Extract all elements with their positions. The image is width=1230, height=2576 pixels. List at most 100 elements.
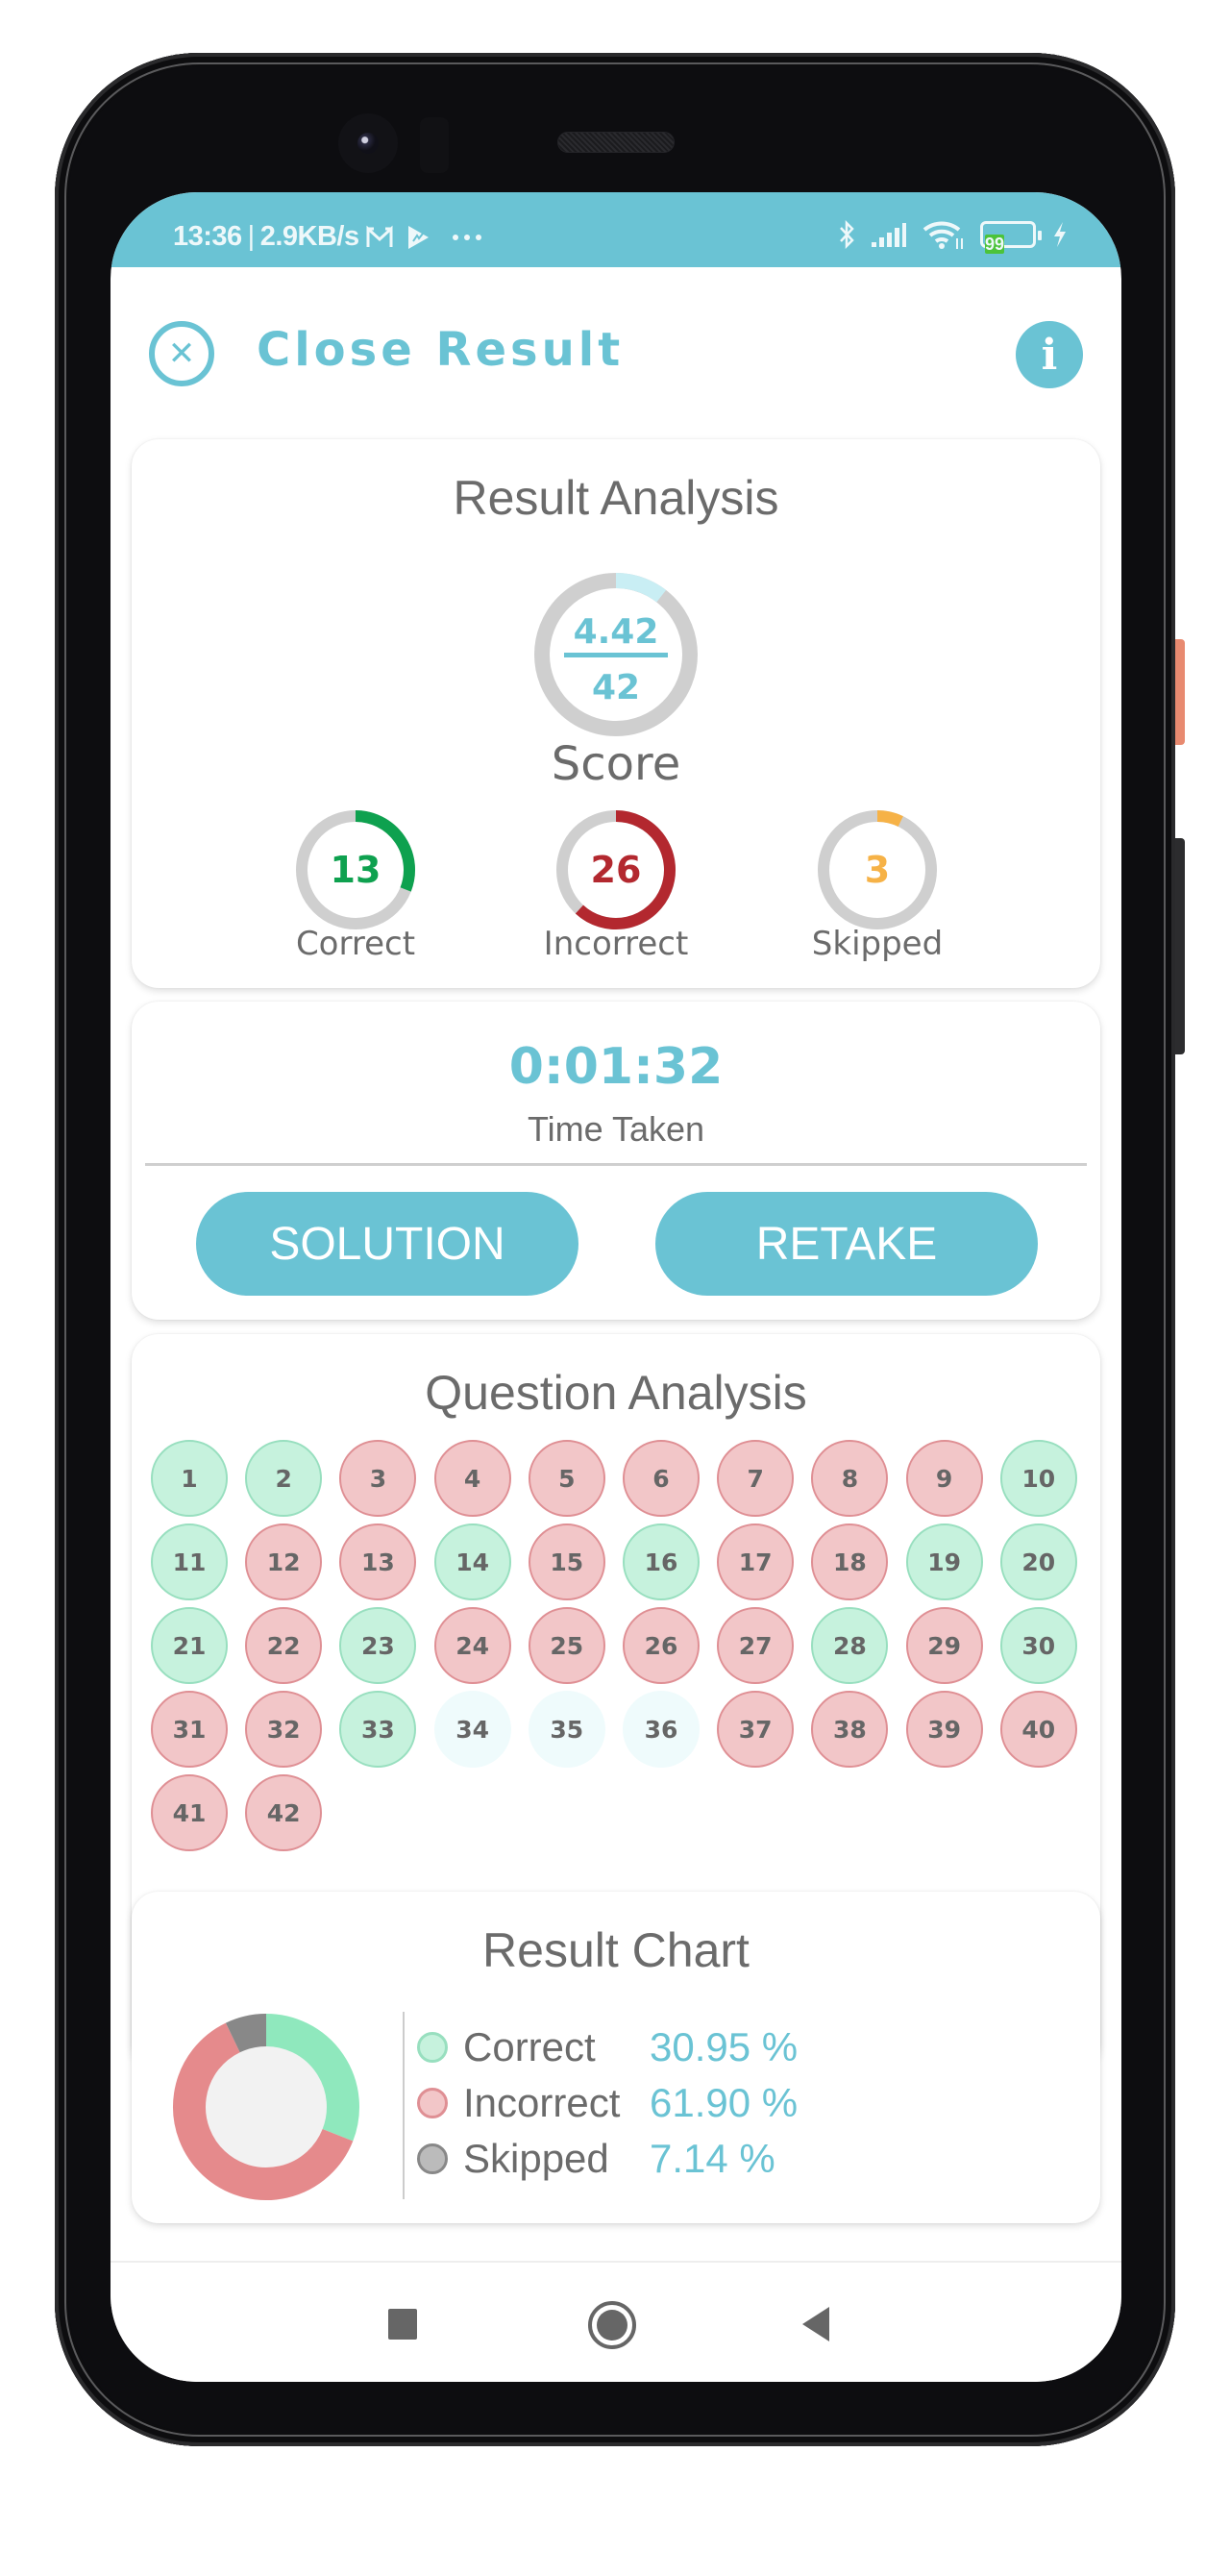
legend-label: Correct — [463, 2024, 596, 2069]
question-bubble-correct[interactable]: 21 — [151, 1607, 228, 1684]
skipped-label: Skipped — [811, 925, 944, 963]
charging-icon — [1051, 220, 1069, 249]
navigation-bar — [111, 2261, 1121, 2382]
legend-label: Incorrect — [463, 2080, 621, 2125]
home-icon[interactable] — [588, 2301, 636, 2349]
question-bubble-incorrect[interactable]: 5 — [528, 1440, 605, 1517]
question-bubble-incorrect[interactable]: 9 — [905, 1440, 983, 1517]
score-ring-arc — [615, 573, 667, 603]
skipped-ring: 3 — [818, 810, 937, 929]
question-bubble-incorrect[interactable]: 27 — [717, 1607, 795, 1684]
question-bubble-incorrect[interactable]: 13 — [339, 1523, 417, 1600]
power-button — [1175, 639, 1185, 745]
battery-level: 99 — [985, 235, 1005, 254]
score-ring: 4.42 42 — [534, 573, 698, 736]
question-bubble-correct[interactable]: 14 — [433, 1523, 511, 1600]
close-result-button[interactable]: ✕ — [149, 321, 214, 386]
legend-dot-icon — [417, 2032, 448, 2063]
question-bubble-incorrect[interactable]: 17 — [717, 1523, 795, 1600]
score-value: 4.42 — [574, 612, 659, 652]
question-bubble-incorrect[interactable]: 31 — [151, 1691, 228, 1768]
question-bubble-correct[interactable]: 23 — [339, 1607, 417, 1684]
retake-button[interactable]: RETAKE — [655, 1192, 1038, 1296]
result-chart-title: Result Chart — [482, 1923, 750, 1977]
question-bubble-correct[interactable]: 10 — [999, 1440, 1077, 1517]
question-bubble-correct[interactable]: 19 — [905, 1523, 983, 1600]
legend-dot-icon — [417, 2088, 448, 2118]
question-bubble-incorrect[interactable]: 8 — [811, 1440, 889, 1517]
question-bubble-incorrect[interactable]: 42 — [245, 1774, 323, 1851]
question-bubble-incorrect[interactable]: 40 — [999, 1691, 1077, 1768]
question-bubble-incorrect[interactable]: 38 — [811, 1691, 889, 1768]
question-bubble-incorrect[interactable]: 29 — [905, 1607, 983, 1684]
info-icon: i — [1041, 330, 1058, 380]
more-dots-icon — [452, 234, 482, 241]
question-bubble-correct[interactable]: 20 — [999, 1523, 1077, 1600]
question-bubble-incorrect[interactable]: 3 — [339, 1440, 417, 1517]
time-taken-label: Time Taken — [527, 1109, 705, 1149]
question-bubble-incorrect[interactable]: 39 — [905, 1691, 983, 1768]
back-icon[interactable] — [802, 2307, 829, 2341]
question-bubble-incorrect[interactable]: 24 — [433, 1607, 511, 1684]
question-bubble-incorrect[interactable]: 22 — [245, 1607, 323, 1684]
question-bubble-incorrect[interactable]: 12 — [245, 1523, 323, 1600]
question-bubble-incorrect[interactable]: 25 — [528, 1607, 605, 1684]
question-bubble-correct[interactable]: 1 — [151, 1440, 228, 1517]
time-card: 0:01:32 Time Taken SOLUTION RETAKE — [132, 1002, 1100, 1320]
incorrect-count: 26 — [591, 849, 642, 891]
question-bubble-incorrect[interactable]: 37 — [717, 1691, 795, 1768]
wifi-icon — [922, 219, 965, 250]
question-bubble-correct[interactable]: 2 — [245, 1440, 323, 1517]
time-taken-value: 0:01:32 — [508, 1038, 724, 1096]
legend-dot-icon — [417, 2143, 448, 2174]
question-bubble-correct[interactable]: 11 — [151, 1523, 228, 1600]
question-bubble-correct[interactable]: 28 — [811, 1607, 889, 1684]
legend-value: 7.14 % — [650, 2136, 775, 2181]
result-analysis-title: Result Analysis — [453, 471, 779, 525]
legend-item-skipped: Skipped 7.14 % — [417, 2135, 775, 2183]
question-bubble-correct[interactable]: 16 — [623, 1523, 700, 1600]
page-title[interactable]: Close Result — [257, 323, 624, 377]
network-speed: 2.9KB/s — [259, 221, 359, 252]
gmail-icon — [365, 225, 394, 250]
question-bubble-incorrect[interactable]: 7 — [717, 1440, 795, 1517]
status-bar: 13:36 | 2.9KB/s 99 — [111, 192, 1121, 267]
question-bubble-skipped[interactable]: 35 — [528, 1691, 605, 1768]
question-bubble-incorrect[interactable]: 41 — [151, 1774, 228, 1851]
status-separator: | — [247, 221, 256, 252]
score-fraction-line — [564, 653, 668, 657]
screen: 13:36 | 2.9KB/s 99 ✕ Close Result i Resu… — [111, 192, 1121, 2382]
correct-label: Correct — [295, 925, 416, 963]
info-button[interactable]: i — [1016, 321, 1083, 388]
question-bubble-incorrect[interactable]: 26 — [623, 1607, 700, 1684]
status-time: 13:36 — [173, 221, 242, 252]
volume-button — [1175, 838, 1185, 1054]
legend-item-correct: Correct 30.95 % — [417, 2023, 798, 2071]
divider — [145, 1163, 1087, 1166]
header: ✕ Close Result i — [111, 267, 1121, 440]
result-donut-chart — [173, 2014, 359, 2200]
recent-apps-icon[interactable] — [388, 2309, 417, 2340]
skipped-ring-arc — [876, 810, 903, 828]
question-bubble-correct[interactable]: 30 — [999, 1607, 1077, 1684]
question-bubble-incorrect[interactable]: 15 — [528, 1523, 605, 1600]
question-bubble-incorrect[interactable]: 18 — [811, 1523, 889, 1600]
question-bubble-incorrect[interactable]: 4 — [433, 1440, 511, 1517]
solution-button[interactable]: SOLUTION — [196, 1192, 578, 1296]
incorrect-ring: 26 — [556, 810, 676, 929]
score-label: Score — [551, 737, 681, 791]
question-bubble-skipped[interactable]: 36 — [623, 1691, 700, 1768]
correct-count: 13 — [331, 849, 381, 891]
question-bubble-incorrect[interactable]: 32 — [245, 1691, 323, 1768]
earpiece-speaker — [557, 132, 675, 153]
proximity-sensor — [420, 117, 449, 173]
incorrect-label: Incorrect — [543, 925, 689, 963]
signal-icon — [871, 221, 907, 248]
question-bubble-incorrect[interactable]: 6 — [623, 1440, 700, 1517]
question-bubble-skipped[interactable]: 34 — [433, 1691, 511, 1768]
question-bubble-correct[interactable]: 33 — [339, 1691, 417, 1768]
legend-value: 30.95 % — [650, 2024, 799, 2069]
legend-item-incorrect: Incorrect 61.90 % — [417, 2079, 798, 2127]
legend-divider — [403, 2012, 405, 2199]
skipped-count: 3 — [865, 849, 890, 891]
